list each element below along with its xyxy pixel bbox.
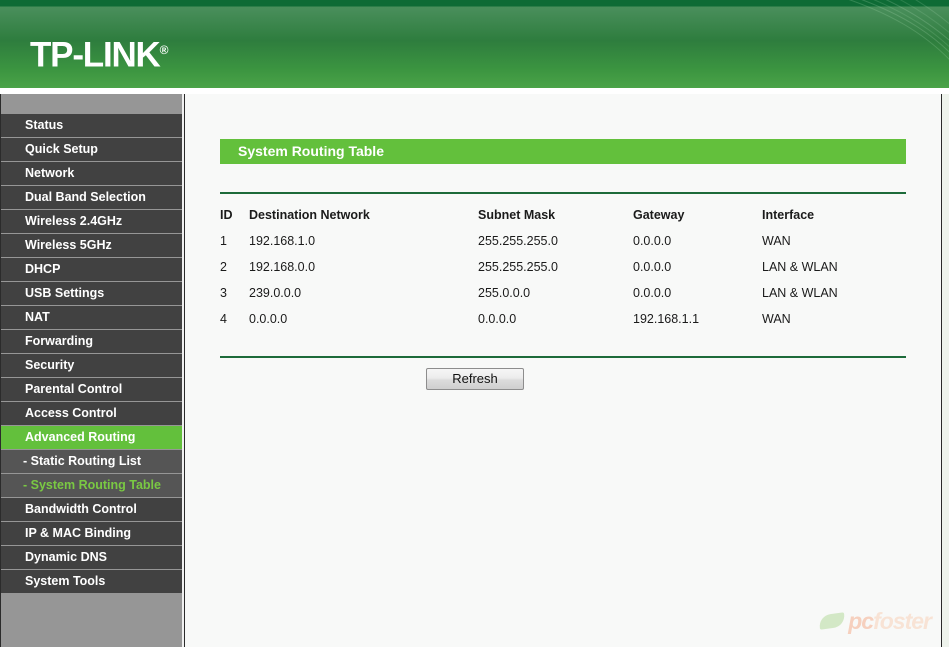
router-admin-page: TP-LINK® Status Quick Setup Network Dual Ba… xyxy=(0,0,949,647)
registered-mark: ® xyxy=(159,43,169,57)
sidebar-item-wireless-2-4ghz[interactable]: Wireless 2.4GHz xyxy=(1,210,182,233)
routing-table: ID Destination Network Subnet Mask Gatew… xyxy=(220,202,920,332)
cell-gateway: 0.0.0.0 xyxy=(633,260,672,274)
tplink-logo: TP-LINK® xyxy=(30,30,168,76)
sidebar-item-network[interactable]: Network xyxy=(1,162,182,185)
watermark-text-secondary: foster xyxy=(873,607,932,634)
cell-interface: LAN & WLAN xyxy=(762,286,838,300)
table-bottom-rule xyxy=(220,356,906,358)
table-row: 4 0.0.0.0 0.0.0.0 192.168.1.1 WAN xyxy=(220,306,920,332)
watermark: pc foster xyxy=(818,607,932,635)
sidebar-item-wireless-5ghz[interactable]: Wireless 5GHz xyxy=(1,234,182,257)
content-area: System Routing Table ID Destination Netw… xyxy=(185,94,941,647)
sidebar-item-dynamic-dns[interactable]: Dynamic DNS xyxy=(1,546,182,569)
sidebar-item-access-control[interactable]: Access Control xyxy=(1,402,182,425)
watermark-text-primary: pc xyxy=(848,607,874,634)
sidebar-item-parental-control[interactable]: Parental Control xyxy=(1,378,182,401)
cell-subnet-mask: 255.255.255.0 xyxy=(478,260,558,274)
cell-subnet-mask: 255.0.0.0 xyxy=(478,286,531,300)
cell-interface: WAN xyxy=(762,312,791,326)
sidebar-item-usb-settings[interactable]: USB Settings xyxy=(1,282,182,305)
column-header-id: ID xyxy=(220,208,233,222)
column-header-subnet-mask: Subnet Mask xyxy=(478,208,556,222)
sidebar-top-gap xyxy=(1,94,182,114)
table-header-row: ID Destination Network Subnet Mask Gatew… xyxy=(220,202,920,228)
refresh-button[interactable]: Refresh xyxy=(426,368,524,390)
sidebar-item-ip-mac-binding[interactable]: IP & MAC Binding xyxy=(1,522,182,545)
cell-id: 2 xyxy=(220,260,227,274)
frame-outer-right-gutter xyxy=(942,94,949,647)
cell-gateway: 0.0.0.0 xyxy=(633,234,672,248)
sidebar-filler xyxy=(1,594,182,647)
page-title: System Routing Table xyxy=(220,139,906,164)
sidebar-item-status[interactable]: Status xyxy=(1,114,182,137)
sidebar-item-quick-setup[interactable]: Quick Setup xyxy=(1,138,182,161)
cell-destination-network: 239.0.0.0 xyxy=(249,286,302,300)
cell-id: 4 xyxy=(220,312,227,326)
cell-interface: WAN xyxy=(762,234,791,248)
sidebar-item-security[interactable]: Security xyxy=(1,354,182,377)
table-row: 3 239.0.0.0 255.0.0.0 0.0.0.0 LAN & WLAN xyxy=(220,280,920,306)
column-header-interface: Interface xyxy=(762,208,815,222)
cell-id: 3 xyxy=(220,286,227,300)
table-top-rule xyxy=(220,192,906,194)
cell-gateway: 0.0.0.0 xyxy=(633,286,672,300)
sidebar-navigation: Status Quick Setup Network Dual Band Select… xyxy=(1,94,182,647)
cell-subnet-mask: 0.0.0.0 xyxy=(478,312,517,326)
sidebar-item-dhcp[interactable]: DHCP xyxy=(1,258,182,281)
header-swoosh-decoration xyxy=(848,0,949,60)
cell-id: 1 xyxy=(220,234,227,248)
page-header: TP-LINK® xyxy=(0,0,949,88)
sidebar-item-advanced-routing[interactable]: Advanced Routing xyxy=(1,426,182,449)
cell-interface: LAN & WLAN xyxy=(762,260,838,274)
cell-destination-network: 192.168.1.0 xyxy=(249,234,316,248)
table-body: 1 192.168.1.0 255.255.255.0 0.0.0.0 WAN 2 192.… xyxy=(220,228,920,332)
sidebar-item-bandwidth-control[interactable]: Bandwidth Control xyxy=(1,498,182,521)
column-header-gateway: Gateway xyxy=(633,208,685,222)
logo-text: TP-LINK xyxy=(30,35,161,75)
sidebar-item-nat[interactable]: NAT xyxy=(1,306,182,329)
leaf-icon xyxy=(818,612,847,630)
sidebar-menu-list: Status Quick Setup Network Dual Band Select… xyxy=(1,114,182,593)
cell-subnet-mask: 255.255.255.0 xyxy=(478,234,558,248)
cell-destination-network: 0.0.0.0 xyxy=(249,312,288,326)
cell-destination-network: 192.168.0.0 xyxy=(249,260,316,274)
sidebar-item-static-routing-list[interactable]: - Static Routing List xyxy=(1,450,182,473)
sidebar-item-system-routing-table[interactable]: - System Routing Table xyxy=(1,474,182,497)
table-row: 2 192.168.0.0 255.255.255.0 0.0.0.0 LAN & WL… xyxy=(220,254,920,280)
column-header-destination-network: Destination Network xyxy=(249,208,370,222)
sidebar-item-forwarding[interactable]: Forwarding xyxy=(1,330,182,353)
cell-gateway: 192.168.1.1 xyxy=(633,312,700,326)
sidebar-item-dual-band-selection[interactable]: Dual Band Selection xyxy=(1,186,182,209)
table-row: 1 192.168.1.0 255.255.255.0 0.0.0.0 WAN xyxy=(220,228,920,254)
sidebar-item-system-tools[interactable]: System Tools xyxy=(1,570,182,593)
